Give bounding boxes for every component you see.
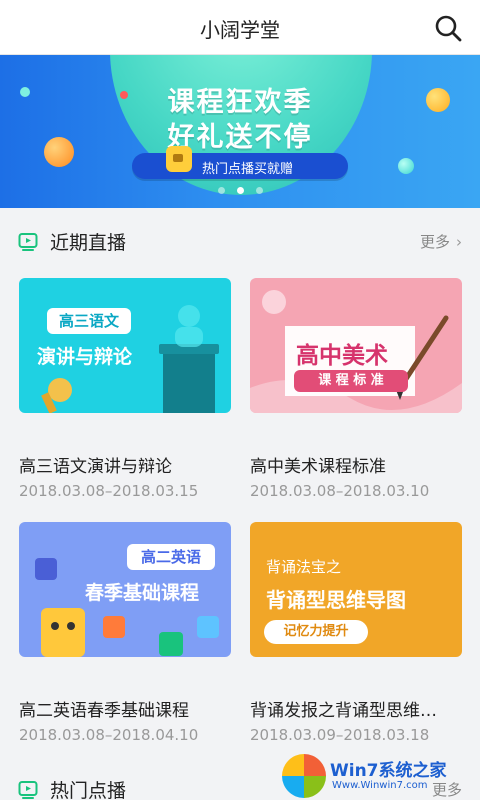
thumb-title: 高中美术 — [296, 343, 388, 369]
thumb-tag: 记忆力提升 — [264, 620, 368, 644]
banner-headline-2: 好礼送不停 — [167, 122, 313, 153]
course-date: 2018.03.08–2018.03.15 — [19, 482, 199, 500]
course-card-thumb[interactable]: 高三语文 演讲与辩论 — [19, 278, 231, 413]
course-card-thumb[interactable]: 背诵法宝之 背诵型思维导图 记忆力提升 — [250, 522, 462, 657]
watermark-subtext: Www.Winwin7.com — [332, 780, 428, 791]
microphone-podium-illustration — [41, 305, 219, 413]
banner-headline-1: 课程狂欢季 — [167, 87, 313, 118]
search-icon[interactable] — [434, 14, 462, 42]
promo-banner[interactable]: 课程狂欢季 好礼送不停 热门点播买就赠 — [0, 55, 480, 208]
live-section-title: 近期直播 — [50, 232, 127, 254]
banner-dot-3[interactable] — [255, 187, 263, 194]
course-card-thumb[interactable]: 高二英语 春季基础课程 — [19, 522, 231, 657]
course-date: 2018.03.08–2018.03.10 — [250, 482, 430, 500]
chevron-right-icon: › — [456, 233, 462, 251]
thumb-small-title: 背诵法宝之 — [266, 558, 342, 576]
watermark: Win7系统之家 Www.Winwin7.com — [280, 752, 480, 800]
banner-ball-cyan — [398, 158, 414, 174]
letter-blocks-illustration — [35, 558, 219, 657]
course-name[interactable]: 高二英语春季基础课程 — [19, 696, 231, 721]
course-date: 2018.03.08–2018.04.10 — [19, 726, 199, 744]
watermark-text: Win7系统之家 — [330, 761, 447, 781]
course-date: 2018.03.09–2018.03.18 — [250, 726, 430, 744]
course-name[interactable]: 高中美术课程标准 — [250, 452, 462, 477]
banner-dot-2[interactable] — [236, 187, 244, 194]
app-screen: 小阔学堂 课程狂欢季 好礼送不停 热门点播买就赠 近期直播 更多 › 高三语文 … — [0, 0, 480, 800]
app-title: 小阔学堂 — [200, 18, 280, 42]
live-more-label: 更多 — [419, 233, 450, 251]
tv-icon — [18, 781, 38, 799]
camera-icon — [166, 146, 192, 172]
tv-icon — [18, 233, 38, 251]
thumb-title: 背诵型思维导图 — [266, 588, 406, 612]
banner-pagination — [0, 187, 480, 194]
thumb-subtitle: 课 程 标 准 — [294, 370, 408, 392]
banner-dot-1[interactable] — [217, 187, 225, 194]
banner-pill-text: 热门点播买就赠 — [202, 162, 294, 177]
windows-logo-icon — [282, 754, 326, 798]
course-name[interactable]: 高三语文演讲与辩论 — [19, 452, 231, 477]
live-section-header: 近期直播 更多 › — [0, 222, 480, 262]
top-bar: 小阔学堂 — [0, 0, 480, 55]
live-more-link[interactable]: 更多 › — [420, 231, 462, 252]
course-name[interactable]: 背诵发报之背诵型思维… — [250, 696, 462, 721]
vod-section-title: 热门点播 — [50, 780, 127, 800]
course-card-thumb[interactable]: 高中美术 课 程 标 准 — [250, 278, 462, 413]
banner-pill[interactable]: 热门点播买就赠 — [132, 146, 348, 179]
